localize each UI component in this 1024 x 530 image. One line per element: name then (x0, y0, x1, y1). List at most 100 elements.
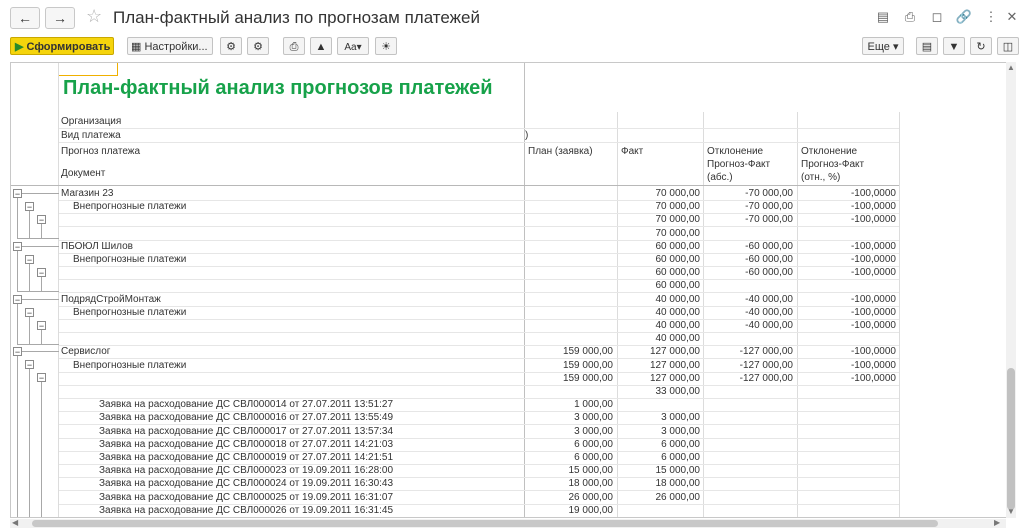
refresh-icon: ↻ (976, 41, 986, 53)
fact-cell: 3 000,00 (661, 412, 700, 423)
filter-payment-type-value: ) (525, 130, 529, 141)
row-divider (59, 332, 899, 333)
tree-line (41, 277, 42, 291)
column-rel-header-2: Прогноз-Факт (801, 159, 865, 170)
fact-cell: 70 000,00 (655, 188, 701, 199)
fact-cell: 33 000,00 (655, 386, 701, 397)
row-label: Заявка на расходование ДС СВЛ000016 от 2… (99, 412, 394, 423)
row-label: Магазин 23 (61, 188, 114, 199)
gear-icon: ⚙ (226, 41, 236, 53)
fact-cell: 40 000,00 (655, 294, 701, 305)
group-toggle[interactable]: − (37, 215, 46, 225)
deviation-abs-cell: -60 000,00 (745, 241, 793, 252)
header-bottom-border (11, 185, 899, 186)
group-toggle[interactable]: − (25, 308, 34, 318)
plan-cell: 159 000,00 (562, 373, 613, 384)
row-label: Заявка на расходование ДС СВЛ000025 от 1… (99, 492, 394, 503)
fact-cell: 60 000,00 (655, 241, 701, 252)
vertical-scrollbar[interactable]: ▲ ▼ (1006, 62, 1016, 518)
deviation-rel-cell: -100,0000 (850, 294, 896, 305)
horizontal-scroll-thumb[interactable] (32, 520, 938, 527)
row-label: Заявка на расходование ДС СВЛ000017 от 2… (99, 426, 394, 437)
group-toggle[interactable]: − (25, 255, 34, 265)
scroll-right-icon[interactable]: ▶ (994, 518, 1000, 527)
variant-load-button[interactable]: ⚙ (220, 37, 242, 55)
column-fact-header: Факт (621, 146, 644, 157)
group-toggle[interactable]: − (37, 373, 46, 383)
horizontal-scrollbar[interactable]: ◀ ▶ (10, 518, 1006, 528)
deviation-abs-cell: -127 000,00 (739, 373, 793, 384)
row-divider (59, 142, 899, 143)
deviation-abs-cell: -40 000,00 (745, 307, 793, 318)
report-area[interactable]: План-фактный анализ прогнозов платежей О… (10, 62, 1016, 518)
fact-cell: 40 000,00 (655, 307, 701, 318)
print-button[interactable]: ⎙ (283, 37, 305, 55)
deviation-abs-cell: -70 000,00 (745, 201, 793, 212)
group-toggle[interactable]: − (25, 360, 34, 370)
tree-line (17, 251, 18, 291)
variant-save-button[interactable]: ⚙ (247, 37, 269, 55)
back-button[interactable]: ← (10, 7, 40, 29)
tree-line (22, 351, 59, 352)
more-button[interactable]: Еще ▾ (862, 37, 904, 55)
filter-payment-type-label: Вид платежа (61, 130, 121, 141)
group-toggle[interactable]: − (13, 295, 22, 305)
group-toggle[interactable]: − (25, 202, 34, 212)
filter-button[interactable]: ▼ (943, 37, 965, 55)
tree-line (17, 344, 59, 345)
tree-line (29, 264, 30, 291)
group-toggle[interactable]: − (37, 268, 46, 278)
forward-button[interactable]: → (45, 7, 75, 29)
settings-button[interactable]: ▦ Настройки... (127, 37, 213, 55)
column-rel-header-3: (отн., %) (801, 172, 841, 183)
link-icon[interactable]: 🔗 (955, 8, 973, 26)
plan-cell: 19 000,00 (568, 505, 614, 516)
deviation-abs-cell: -70 000,00 (745, 188, 793, 199)
print-icon[interactable]: ⎙ (901, 8, 919, 26)
toolbar: ▶ Сформировать ▦ Настройки... ⚙ ⚙ ⎙ ▲ Aa… (0, 34, 1024, 60)
group-toggle[interactable]: − (37, 321, 46, 331)
play-icon: ▶ (15, 41, 24, 53)
filter-icon: ▼ (948, 41, 960, 53)
generate-button[interactable]: ▶ Сформировать (10, 37, 114, 55)
fact-cell: 6 000,00 (661, 452, 700, 463)
fact-cell: 40 000,00 (655, 320, 701, 331)
preview-icon[interactable]: ◻ (928, 8, 946, 26)
scroll-down-icon[interactable]: ▼ (1007, 507, 1015, 516)
settings-panel-button[interactable]: ◫ (997, 37, 1019, 55)
row-divider (59, 279, 899, 280)
row-label: Заявка на расходование ДС СВЛ000023 от 1… (99, 465, 394, 476)
save-icon[interactable]: ▤ (874, 8, 892, 26)
deviation-rel-cell: -100,0000 (850, 214, 896, 225)
group-toggle[interactable]: − (13, 242, 22, 252)
refresh-button[interactable]: ↻ (970, 37, 992, 55)
fact-cell: 60 000,00 (655, 254, 701, 265)
row-divider (59, 226, 899, 227)
send-button[interactable]: ▲ (310, 37, 332, 55)
plan-cell: 18 000,00 (568, 478, 614, 489)
favorite-star-icon[interactable]: ☆ (86, 6, 102, 27)
close-icon[interactable]: ✕ (1003, 8, 1021, 26)
format-button[interactable]: Aa▾ (337, 37, 369, 55)
plan-cell: 6 000,00 (574, 452, 613, 463)
column-abs-header-2: Прогноз-Факт (707, 159, 771, 170)
hint-button[interactable]: ☀ (375, 37, 397, 55)
export-icon: ▲ (315, 41, 327, 53)
plan-cell: 3 000,00 (574, 426, 613, 437)
arrow-right-icon: → (53, 10, 67, 26)
deviation-rel-cell: -100,0000 (850, 360, 896, 371)
printer-icon: ⎙ (289, 41, 299, 53)
column-document-header: Документ (61, 168, 106, 179)
group-toggle[interactable]: − (13, 189, 22, 199)
tree-line (41, 330, 42, 344)
vertical-scroll-thumb[interactable] (1007, 368, 1015, 510)
row-label: ПодрядСтройМонтаж (61, 294, 161, 305)
row-label: Заявка на расходование ДС СВЛ000026 от 1… (99, 505, 394, 516)
scroll-up-icon[interactable]: ▲ (1007, 63, 1015, 72)
group-toggle[interactable]: − (13, 347, 22, 357)
column-rel-header-1: Отклонение (801, 146, 858, 157)
more-vertical-icon[interactable]: ⋮ (982, 8, 1000, 26)
table-view-button[interactable]: ▤ (916, 37, 938, 55)
deviation-abs-cell: -60 000,00 (745, 254, 793, 265)
scroll-left-icon[interactable]: ◀ (12, 518, 18, 527)
